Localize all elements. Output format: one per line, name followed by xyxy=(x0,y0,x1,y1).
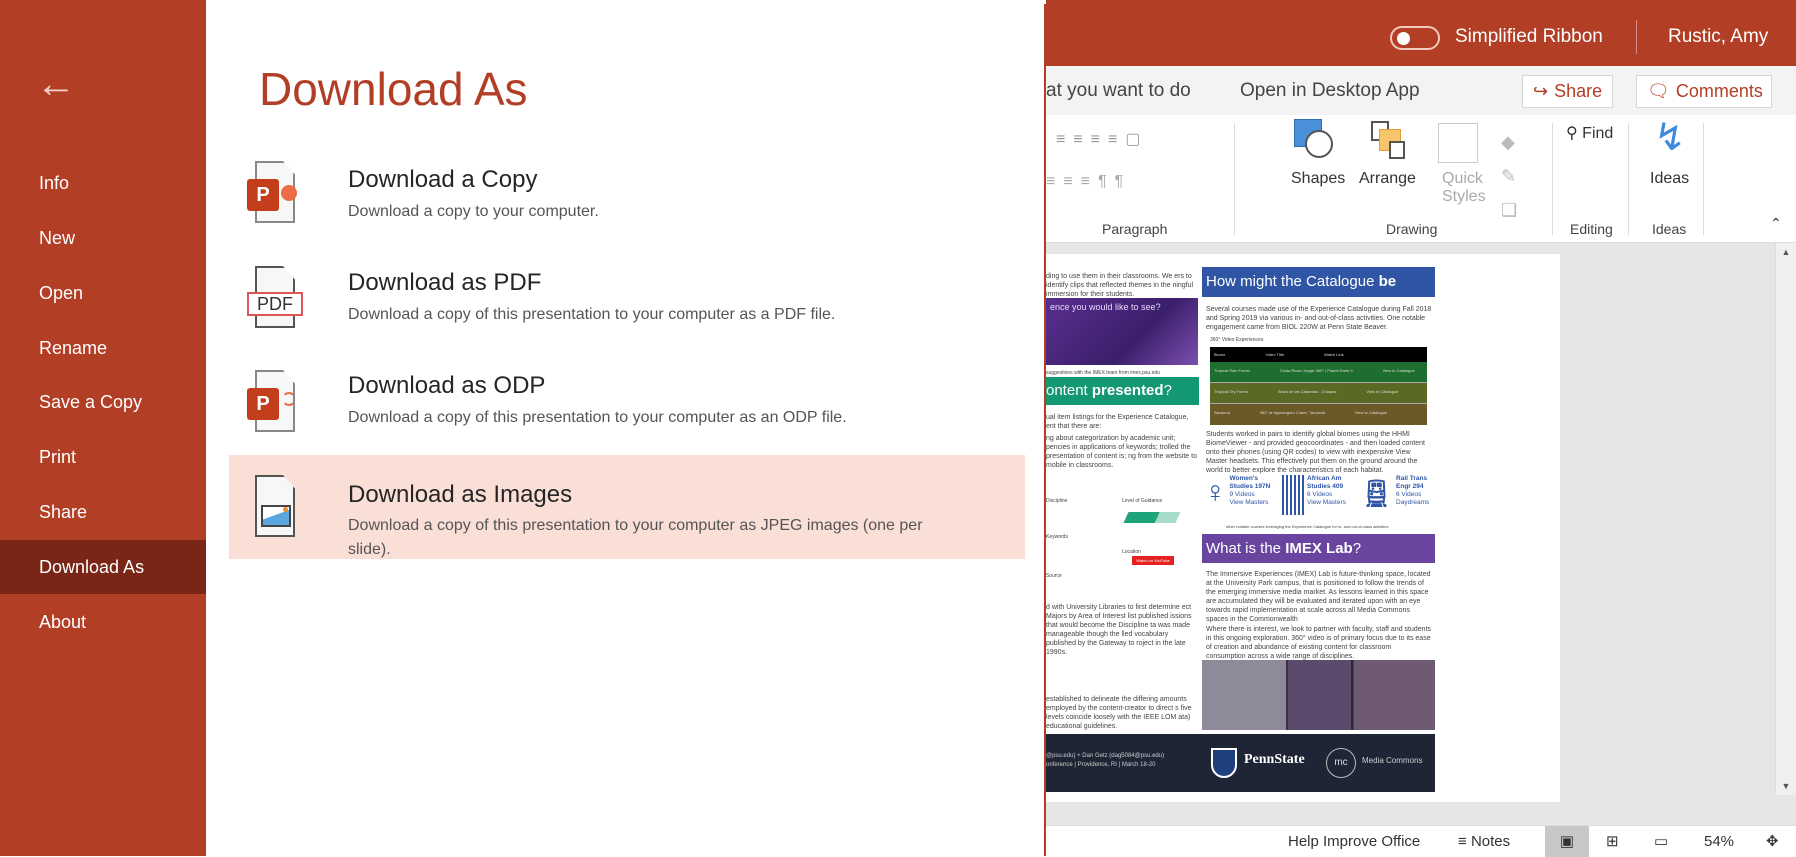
group-drawing: Drawing xyxy=(1386,221,1438,237)
normal-view-icon: ▣ xyxy=(1559,833,1575,850)
slide-heading-imex: What is the IMEX Lab? xyxy=(1202,534,1435,563)
shape-format-icons[interactable]: ◆ ✎ ❏ xyxy=(1501,125,1517,227)
female-symbol-icon: ♀ xyxy=(1204,476,1227,509)
collapse-ribbon-icon[interactable]: ⌃ xyxy=(1770,215,1782,232)
group-paragraph: Paragraph xyxy=(1102,221,1168,237)
notes-icon: ≡ xyxy=(1458,833,1467,850)
pptx-file-icon: P xyxy=(247,161,301,227)
arrange-button[interactable]: Arrange xyxy=(1359,170,1416,188)
image-file-icon xyxy=(247,475,301,541)
course-list: ♀ Women's Studies 197N 9 Videos View Masters… xyxy=(1204,475,1434,519)
notes-button[interactable]: ≡ Notes xyxy=(1448,826,1520,857)
group-ideas: Ideas xyxy=(1652,221,1687,237)
arrange-icon[interactable] xyxy=(1371,121,1409,159)
nav-info[interactable]: Info xyxy=(0,156,206,210)
nav-rename[interactable]: Rename xyxy=(0,321,206,375)
presentation-icon: ▭ xyxy=(1654,833,1669,850)
nav-about[interactable]: About xyxy=(0,595,206,649)
paragraph-align-icons[interactable]: ≡≡≡¶¶ xyxy=(1046,173,1131,191)
open-in-desktop-app[interactable]: Open in Desktop App xyxy=(1240,80,1420,102)
command-bar: at you want to do Open in Desktop App ↪ S… xyxy=(1046,66,1796,115)
nav-save-a-copy[interactable]: Save a Copy xyxy=(0,375,206,429)
comment-icon: 🗨︎ xyxy=(1647,81,1670,101)
group-editing: Editing xyxy=(1570,221,1613,237)
tell-me-search[interactable]: at you want to do xyxy=(1046,80,1191,102)
status-bar: Help Improve Office ≡ Notes ▣ ⊞ ▭ 54% ✥ xyxy=(1046,825,1796,857)
help-improve-office[interactable]: Help Improve Office xyxy=(1278,826,1430,857)
search-icon: ⚲ xyxy=(1566,125,1578,142)
vertical-scrollbar[interactable]: ▲ ▼ xyxy=(1775,243,1796,795)
option-download-pdf[interactable]: PDF Download as PDF Download a copy of t… xyxy=(229,239,1025,343)
title-bar: Simplified Ribbon Rustic, Amy xyxy=(1046,0,1796,66)
page-title: Download As xyxy=(259,63,528,115)
pennstate-shield-logo xyxy=(1211,748,1237,778)
watch-on-youtube-button: Watch on YouTube xyxy=(1132,556,1174,565)
media-commons-logo: mc xyxy=(1326,748,1356,778)
quick-styles-button[interactable]: Quick Styles xyxy=(1442,170,1486,206)
train-icon: 🚆︎ xyxy=(1360,478,1394,508)
pdf-file-icon: PDF xyxy=(247,266,303,332)
fit-to-window-icon[interactable]: ✥ xyxy=(1756,826,1789,857)
backstage-sidebar: ← Info New Open Rename Save a Copy Print… xyxy=(0,0,206,856)
imex-lab-photos xyxy=(1202,660,1435,730)
nav-print[interactable]: Print xyxy=(0,430,206,484)
zoom-level[interactable]: 54% xyxy=(1694,826,1744,857)
nav-download-as[interactable]: Download As xyxy=(0,540,206,594)
slide-canvas: ding to use them in their classrooms. We… xyxy=(1046,243,1796,825)
user-name[interactable]: Rustic, Amy xyxy=(1668,26,1768,48)
reading-view-button[interactable]: ▭ xyxy=(1644,826,1678,857)
flag-stripes-icon xyxy=(1282,475,1304,515)
option-download-odp[interactable]: P Download as ODP Download a copy of thi… xyxy=(229,342,1025,446)
option-download-images[interactable]: Download as Images Download a copy of th… xyxy=(229,455,1025,559)
slide-sorter-button[interactable]: ⊞ xyxy=(1596,826,1629,857)
share-icon: ↪ xyxy=(1533,81,1549,101)
back-arrow-icon[interactable]: ← xyxy=(36,64,80,104)
paragraph-list-icons[interactable]: ≡≡≡≡▢ xyxy=(1056,129,1148,149)
comments-button[interactable]: 🗨︎ Comments xyxy=(1636,75,1772,108)
guidance-level-bar xyxy=(1123,512,1181,523)
simplified-ribbon-toggle[interactable] xyxy=(1390,26,1440,50)
simplified-ribbon-label: Simplified Ribbon xyxy=(1455,26,1603,47)
ideas-button[interactable]: Ideas xyxy=(1650,170,1689,188)
slide-footer: @psu.edu) + Dan Getz (dag5084@psu.edu) o… xyxy=(1046,734,1435,792)
option-download-copy[interactable]: P Download a Copy Download a copy to you… xyxy=(229,136,1025,240)
slide-heading-presented: ontent presented? xyxy=(1046,377,1199,405)
nav-open[interactable]: Open xyxy=(0,266,206,320)
normal-view-button[interactable]: ▣ xyxy=(1545,826,1589,857)
find-button[interactable]: ⚲ Find xyxy=(1566,123,1613,143)
nav-share[interactable]: Share xyxy=(0,485,206,539)
video-table: Biome Video Title Watch Link Tropical Rain… xyxy=(1210,347,1427,425)
quick-styles-icon xyxy=(1438,123,1478,163)
slide-preview[interactable]: ding to use them in their classrooms. We… xyxy=(1046,254,1560,802)
ideas-lightning-icon[interactable]: ↯ xyxy=(1654,115,1686,160)
shapes-icon[interactable] xyxy=(1294,119,1333,158)
slide-image-purple: ence you would like to see? xyxy=(1046,298,1198,365)
ribbon: ≡≡≡≡▢ ≡≡≡¶¶ Paragraph Shapes Arrange Qui… xyxy=(1046,115,1796,243)
grid-icon: ⊞ xyxy=(1606,833,1619,850)
slide-heading-used: How might the Catalogue be used? xyxy=(1202,267,1435,320)
download-as-panel: Download As P Download a Copy Download a… xyxy=(206,4,1046,856)
shapes-button[interactable]: Shapes xyxy=(1291,170,1345,188)
share-button[interactable]: ↪ Share xyxy=(1522,75,1614,108)
nav-new[interactable]: New xyxy=(0,211,206,265)
odp-file-icon: P xyxy=(247,370,301,436)
